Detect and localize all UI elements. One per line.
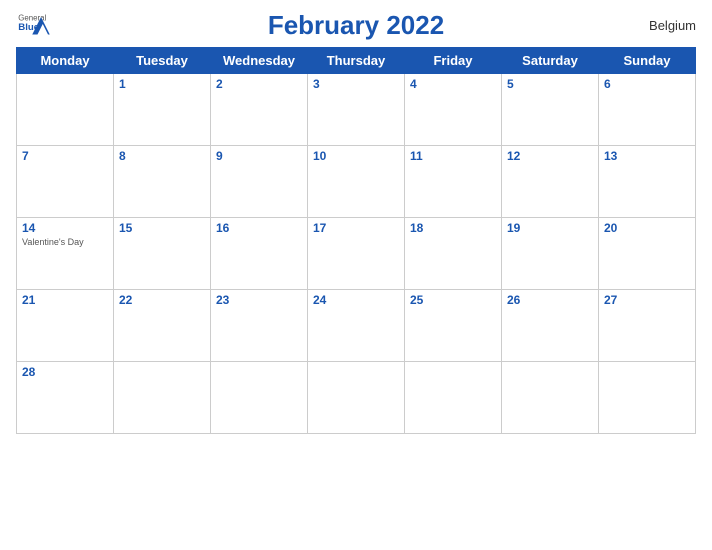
calendar-cell [17, 74, 114, 146]
day-number: 3 [313, 77, 399, 91]
calendar-cell: 16 [211, 218, 308, 290]
calendar-cell: 11 [405, 146, 502, 218]
day-number: 8 [119, 149, 205, 163]
day-number: 11 [410, 149, 496, 163]
weekday-saturday: Saturday [502, 48, 599, 74]
calendar-cell: 8 [114, 146, 211, 218]
weekday-wednesday: Wednesday [211, 48, 308, 74]
calendar-cell: 12 [502, 146, 599, 218]
day-number: 16 [216, 221, 302, 235]
calendar-cell [599, 362, 696, 434]
day-number: 13 [604, 149, 690, 163]
calendar-week-row: 14 Valentine's Day 15 16 17 18 19 20 [17, 218, 696, 290]
calendar-cell: 2 [211, 74, 308, 146]
calendar-cell: 23 [211, 290, 308, 362]
day-number: 25 [410, 293, 496, 307]
day-number: 18 [410, 221, 496, 235]
calendar-cell [308, 362, 405, 434]
day-number: 12 [507, 149, 593, 163]
calendar-week-row: 123456 [17, 74, 696, 146]
calendar-title: February 2022 [268, 10, 444, 41]
calendar-cell: 22 [114, 290, 211, 362]
calendar-cell: 20 [599, 218, 696, 290]
day-number: 20 [604, 221, 690, 235]
calendar-cell [502, 362, 599, 434]
calendar-wrapper: General Blue February 2022 Belgium Monda… [0, 0, 712, 450]
calendar-cell: 14 Valentine's Day [17, 218, 114, 290]
country-label: Belgium [649, 18, 696, 33]
calendar-week-row: 21 22 23 24 25 26 27 [17, 290, 696, 362]
day-number: 22 [119, 293, 205, 307]
day-number: 21 [22, 293, 108, 307]
day-number: 15 [119, 221, 205, 235]
calendar-cell: 28 [17, 362, 114, 434]
day-number: 19 [507, 221, 593, 235]
day-number: 2 [216, 77, 302, 91]
calendar-cell: 10 [308, 146, 405, 218]
day-number: 26 [507, 293, 593, 307]
calendar-cell: 4 [405, 74, 502, 146]
calendar-cell: 6 [599, 74, 696, 146]
calendar-week-row: 28 [17, 362, 696, 434]
weekday-monday: Monday [17, 48, 114, 74]
calendar-cell: 13 [599, 146, 696, 218]
calendar-cell: 18 [405, 218, 502, 290]
day-number: 4 [410, 77, 496, 91]
calendar-header: General Blue February 2022 Belgium [16, 10, 696, 41]
calendar-cell: 25 [405, 290, 502, 362]
weekday-friday: Friday [405, 48, 502, 74]
day-number: 27 [604, 293, 690, 307]
calendar-cell: 7 [17, 146, 114, 218]
day-number: 23 [216, 293, 302, 307]
calendar-cell [114, 362, 211, 434]
calendar-cell: 24 [308, 290, 405, 362]
day-number: 17 [313, 221, 399, 235]
day-number: 28 [22, 365, 108, 379]
calendar-cell: 27 [599, 290, 696, 362]
day-number: 1 [119, 77, 205, 91]
calendar-cell: 3 [308, 74, 405, 146]
event-label: Valentine's Day [22, 237, 108, 247]
day-number: 7 [22, 149, 108, 163]
day-number: 10 [313, 149, 399, 163]
calendar-table: Monday Tuesday Wednesday Thursday Friday… [16, 47, 696, 434]
calendar-cell: 21 [17, 290, 114, 362]
calendar-cell: 26 [502, 290, 599, 362]
day-number: 9 [216, 149, 302, 163]
calendar-cell: 1 [114, 74, 211, 146]
calendar-cell [405, 362, 502, 434]
logo: General Blue [16, 10, 52, 38]
calendar-cell: 15 [114, 218, 211, 290]
weekday-thursday: Thursday [308, 48, 405, 74]
calendar-cell: 5 [502, 74, 599, 146]
day-number: 14 [22, 221, 108, 235]
weekday-header-row: Monday Tuesday Wednesday Thursday Friday… [17, 48, 696, 74]
calendar-cell [211, 362, 308, 434]
calendar-cell: 19 [502, 218, 599, 290]
calendar-week-row: 789 10 11 12 13 [17, 146, 696, 218]
day-number: 5 [507, 77, 593, 91]
weekday-tuesday: Tuesday [114, 48, 211, 74]
calendar-body: 1234567891011121314Valentine's Day151617… [17, 74, 696, 434]
weekday-sunday: Sunday [599, 48, 696, 74]
calendar-cell: 17 [308, 218, 405, 290]
calendar-cell: 9 [211, 146, 308, 218]
day-number: 24 [313, 293, 399, 307]
day-number: 6 [604, 77, 690, 91]
